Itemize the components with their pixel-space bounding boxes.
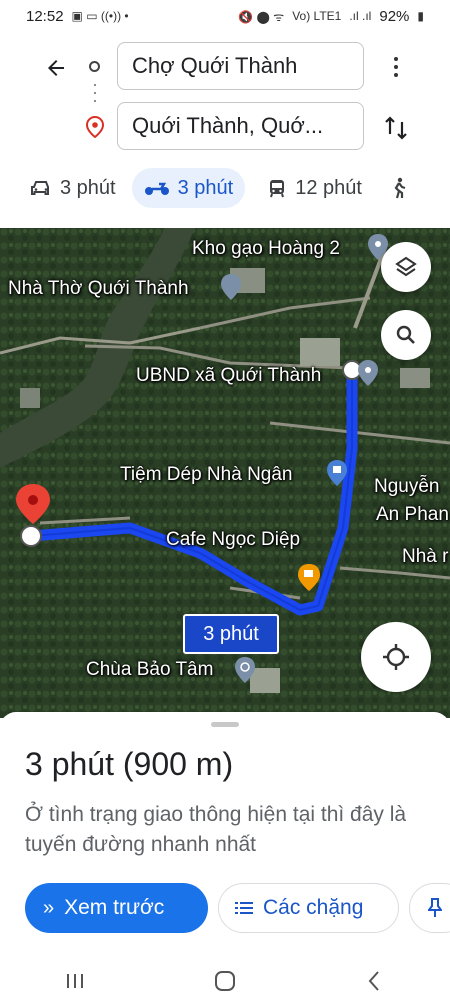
battery-level: 92% [379,7,410,25]
map-label-nha-tho[interactable]: Nhà Thờ Quới Thành [8,278,189,300]
destination-field[interactable]: Quới Thành, Quớ... [117,102,364,150]
map-label-an-phan[interactable]: An Phan [376,504,449,526]
route-summary: 3 phút (900 m) [25,746,234,782]
route-description: Ở tình trạng giao thông hiện tại thì đây… [25,803,407,856]
origin-field[interactable]: Chợ Quới Thành [117,42,364,90]
back-nav-icon[interactable] [363,969,387,993]
double-chevron-icon: » [43,896,55,919]
signal-icons: 🔇 ⬤ ᯤ [238,9,285,24]
lte-label: Vo) LTE1 [292,9,342,23]
map-label-tiem-dep[interactable]: Tiệm Dép Nhà Ngân [120,464,292,486]
destination-point [20,525,42,547]
map-label-nguyen[interactable]: Nguyễn [374,476,440,498]
travel-mode-tabs: 3 phút 3 phút 12 phút [0,166,450,210]
destination-pin-icon [85,115,105,143]
map-label-ubnd[interactable]: UBND xã Quới Thành [136,365,321,387]
map-label-chua[interactable]: Chùa Bảo Tâm [86,659,213,681]
more-options-button[interactable] [380,50,412,84]
search-button[interactable] [381,310,431,360]
layers-icon [395,256,417,277]
steps-button-label: Các chặng [263,896,364,919]
status-bar: 12:52 ▣ ▭ ((•)) • 🔇 ⬤ ᯤ Vo) LTE1 .ıl .ıl… [0,0,450,32]
pin-icon [428,898,442,917]
back-button[interactable] [40,52,72,84]
tab-transit-label: 12 phút [295,176,362,199]
walk-icon [394,177,406,199]
home-icon[interactable] [213,969,237,993]
transit-icon [270,180,285,198]
preview-button-label: Xem trước [64,896,165,919]
tab-transit[interactable]: 12 phút [255,168,374,208]
system-nav-bar [0,959,450,1003]
list-icon [235,902,253,914]
recent-apps-icon[interactable] [63,971,87,991]
tab-walk[interactable] [378,168,420,208]
car-icon [31,181,49,195]
map-label-cafe[interactable]: Cafe Ngọc Diệp [166,529,300,551]
motorbike-icon [144,182,169,195]
route-time-badge[interactable]: 3 phút [183,614,279,654]
tab-car[interactable]: 3 phút [18,168,128,208]
status-time: 12:52 [26,7,64,25]
directions-header: Chợ Quới Thành Quới Thành, Quớ... 3 phút… [0,32,450,228]
steps-button[interactable]: Các chặng [218,883,399,933]
gallery-notification-icon: ▣ ▭ ((•)) • [71,9,129,23]
my-location-icon [383,644,409,670]
swap-icon [385,116,407,140]
tab-motorbike[interactable]: 3 phút [131,168,246,208]
tab-motorbike-label: 3 phút [177,176,234,199]
search-icon [396,325,415,344]
route-summary-sheet: 3 phút (900 m) Ở tình trạng giao thông h… [0,712,450,959]
signal-bars-icon: .ıl .ıl [349,9,372,23]
sheet-drag-handle[interactable] [211,722,239,727]
arrow-back-icon [48,60,64,76]
layers-button[interactable] [381,242,431,292]
origin-dot-icon [89,61,100,72]
preview-button[interactable]: » Xem trước [25,883,208,933]
tab-car-label: 3 phút [60,176,116,199]
route-dots-icon [94,84,96,112]
map-label-nha-r[interactable]: Nhà r [402,546,448,568]
swap-button[interactable] [380,112,412,144]
my-location-button[interactable] [361,622,431,692]
battery-icon: ▮ [417,9,424,23]
pin-button[interactable] [409,883,450,933]
map-label-kho-gao[interactable]: Kho gạo Hoàng 2 [192,238,340,260]
